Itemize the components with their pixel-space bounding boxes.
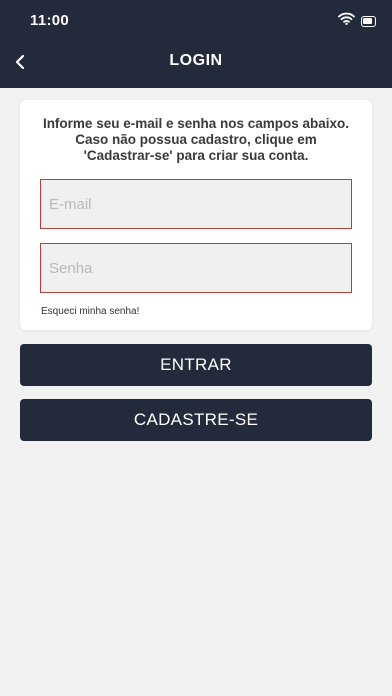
instructions-line-1: Informe seu e-mail e senha nos campos ab…: [42, 116, 350, 131]
app-header: 11:00 LOGIN: [0, 0, 392, 88]
status-icons: [338, 12, 376, 30]
forgot-password-link[interactable]: Esqueci minha senha!: [41, 306, 139, 317]
login-button[interactable]: ENTRAR: [20, 344, 372, 386]
login-instructions: Informe seu e-mail e senha nos campos ab…: [30, 116, 362, 164]
status-time: 11:00: [30, 12, 70, 29]
wifi-icon: [338, 12, 355, 30]
instructions-line-2: Caso não possua cadastro, clique em: [75, 132, 317, 147]
battery-icon: [361, 15, 376, 27]
page-title: LOGIN: [169, 52, 223, 69]
login-card: Informe seu e-mail e senha nos campos ab…: [20, 100, 372, 330]
password-field[interactable]: [40, 243, 352, 293]
instructions-line-3: 'Cadastrar-se' para criar sua conta.: [83, 148, 309, 163]
email-field[interactable]: [40, 179, 352, 229]
signup-button[interactable]: CADASTRE-SE: [20, 399, 372, 441]
